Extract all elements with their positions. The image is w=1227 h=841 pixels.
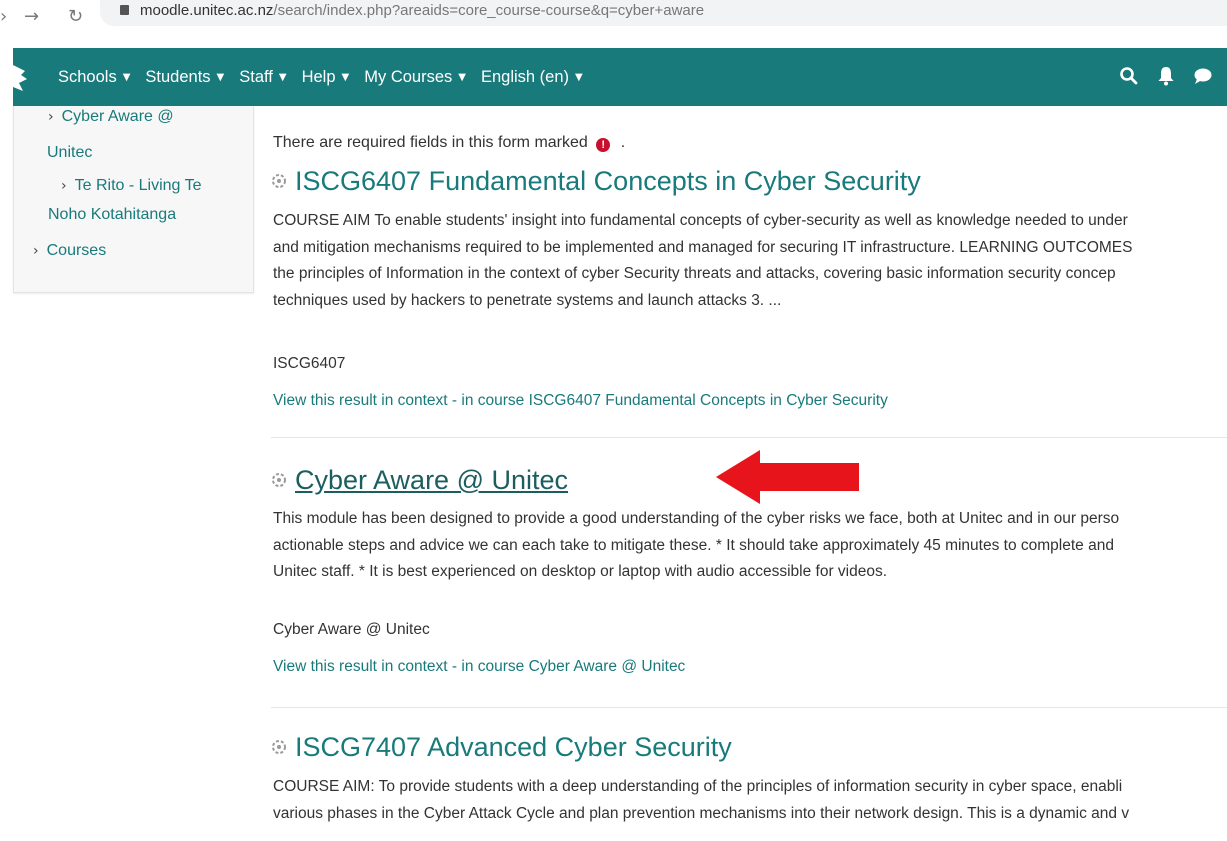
summary-line: the principles of Information in the con… [273, 265, 1116, 282]
caret-down-icon: ▼ [278, 71, 287, 83]
sidebar-item-te-rito[interactable]: › Te Rito - Living Te [61, 175, 201, 198]
navbar-icons [1119, 66, 1213, 86]
address-bar[interactable]: moodle.unitec.ac.nz/search/index.php?are… [100, 0, 1227, 26]
course-icon [272, 174, 286, 188]
summary-line: and mitigation mechanisms required to be… [273, 238, 1133, 256]
divider [271, 437, 1227, 438]
result-title-iscg7407[interactable]: ISCG7407 Advanced Cyber Security [271, 732, 732, 763]
search-icon[interactable] [1119, 66, 1139, 86]
menu-help[interactable]: Help ▼ [302, 68, 350, 87]
chevron-right-icon: › [61, 178, 67, 194]
browser-toolbar: › → ↻ moodle.unitec.ac.nz/search/index.p… [0, 0, 1227, 40]
lock-icon [120, 5, 129, 15]
notice-trailing: . [620, 134, 626, 151]
menu-my-courses[interactable]: My Courses ▼ [364, 68, 466, 87]
sidebar-item-label: Unitec [47, 143, 93, 161]
forward-icon[interactable]: › [0, 6, 7, 27]
sidebar-item-label: Cyber Aware @ [61, 108, 174, 125]
sidebar-item-label: Te Rito - Living Te [74, 177, 202, 194]
menu-staff[interactable]: Staff ▼ [239, 68, 286, 87]
notice-text: There are required fields in this form m… [273, 134, 588, 151]
result-title-text: Cyber Aware @ Unitec [295, 465, 569, 495]
red-arrow-annotation-icon [716, 450, 859, 504]
course-icon [272, 473, 286, 487]
sidebar-nav: › Cyber Aware @ Unitec › Te Rito - Living … [13, 106, 254, 293]
summary-line: actionable steps and advice we can each … [273, 536, 1114, 554]
result-course-code: ISCG6407 [273, 355, 346, 372]
caret-down-icon: ▼ [216, 71, 225, 83]
view-in-context-link[interactable]: View this result in context - in course … [273, 658, 685, 676]
view-in-context-link[interactable]: View this result in context - in course … [273, 392, 888, 410]
menu-students[interactable]: Students ▼ [145, 68, 224, 87]
caret-down-icon: ▼ [122, 71, 131, 83]
bell-icon[interactable] [1157, 66, 1175, 86]
summary-line: techniques used by hackers to penetrate … [273, 291, 782, 309]
sidebar-item-label: Courses [46, 242, 107, 259]
reload-icon[interactable]: ↻ [68, 6, 83, 27]
menu-language[interactable]: English (en) ▼ [481, 68, 583, 87]
menu-label: English (en) [480, 67, 570, 86]
summary-line: COURSE AIM To enable students' insight i… [273, 212, 1128, 229]
summary-line: COURSE AIM: To provide students with a d… [273, 778, 1123, 795]
result-summary: COURSE AIM: To provide students with a d… [273, 774, 1227, 827]
caret-down-icon: ▼ [575, 71, 583, 83]
forward-arrow-icon[interactable]: → [24, 6, 39, 27]
chevron-right-icon: › [33, 243, 39, 259]
summary-line: various phases in the Cyber Attack Cycle… [273, 804, 1130, 822]
message-icon[interactable] [1193, 66, 1213, 86]
top-navbar: Schools ▼ Students ▼ Staff ▼ Help ▼ My Cours… [13, 48, 1227, 106]
sidebar-item-cyber-aware[interactable]: › Cyber Aware @ Unitec [47, 106, 174, 164]
site-logo-icon[interactable] [13, 65, 29, 91]
required-icon: ! [596, 138, 611, 152]
result-title-cyber-aware[interactable]: Cyber Aware @ Unitec [271, 465, 568, 496]
caret-down-icon: ▼ [341, 71, 350, 83]
sidebar-item-label[interactable]: Noho Kotahitanga [48, 204, 176, 227]
summary-line: This module has been designed to provide… [273, 510, 1120, 527]
divider [271, 707, 1227, 708]
result-title-iscg6407[interactable]: ISCG6407 Fundamental Concepts in Cyber S… [271, 166, 921, 197]
sidebar-item-courses[interactable]: › Courses [33, 240, 106, 263]
result-title-text: ISCG6407 Fundamental Concepts in Cyber S… [295, 166, 921, 196]
menu-label: My Courses [364, 67, 453, 86]
required-fields-notice: There are required fields in this form m… [273, 134, 625, 152]
result-summary: COURSE AIM To enable students' insight i… [273, 208, 1227, 314]
main-menu: Schools ▼ Students ▼ Staff ▼ Help ▼ My Cours… [58, 48, 598, 106]
menu-label: Students [145, 67, 211, 86]
menu-label: Staff [239, 67, 273, 86]
chevron-right-icon: › [48, 109, 54, 125]
result-course-code: Cyber Aware @ Unitec [273, 621, 430, 638]
result-summary: This module has been designed to provide… [273, 506, 1227, 586]
menu-schools[interactable]: Schools ▼ [58, 68, 130, 87]
summary-line: Unitec staff. * It is best experienced o… [273, 563, 888, 580]
result-title-text: ISCG7407 Advanced Cyber Security [295, 732, 732, 762]
caret-down-icon: ▼ [458, 71, 466, 83]
menu-label: Schools [58, 67, 117, 86]
menu-label: Help [301, 67, 336, 86]
course-icon [272, 740, 286, 754]
url-text[interactable]: moodle.unitec.ac.nz/search/index.php?are… [140, 2, 704, 19]
